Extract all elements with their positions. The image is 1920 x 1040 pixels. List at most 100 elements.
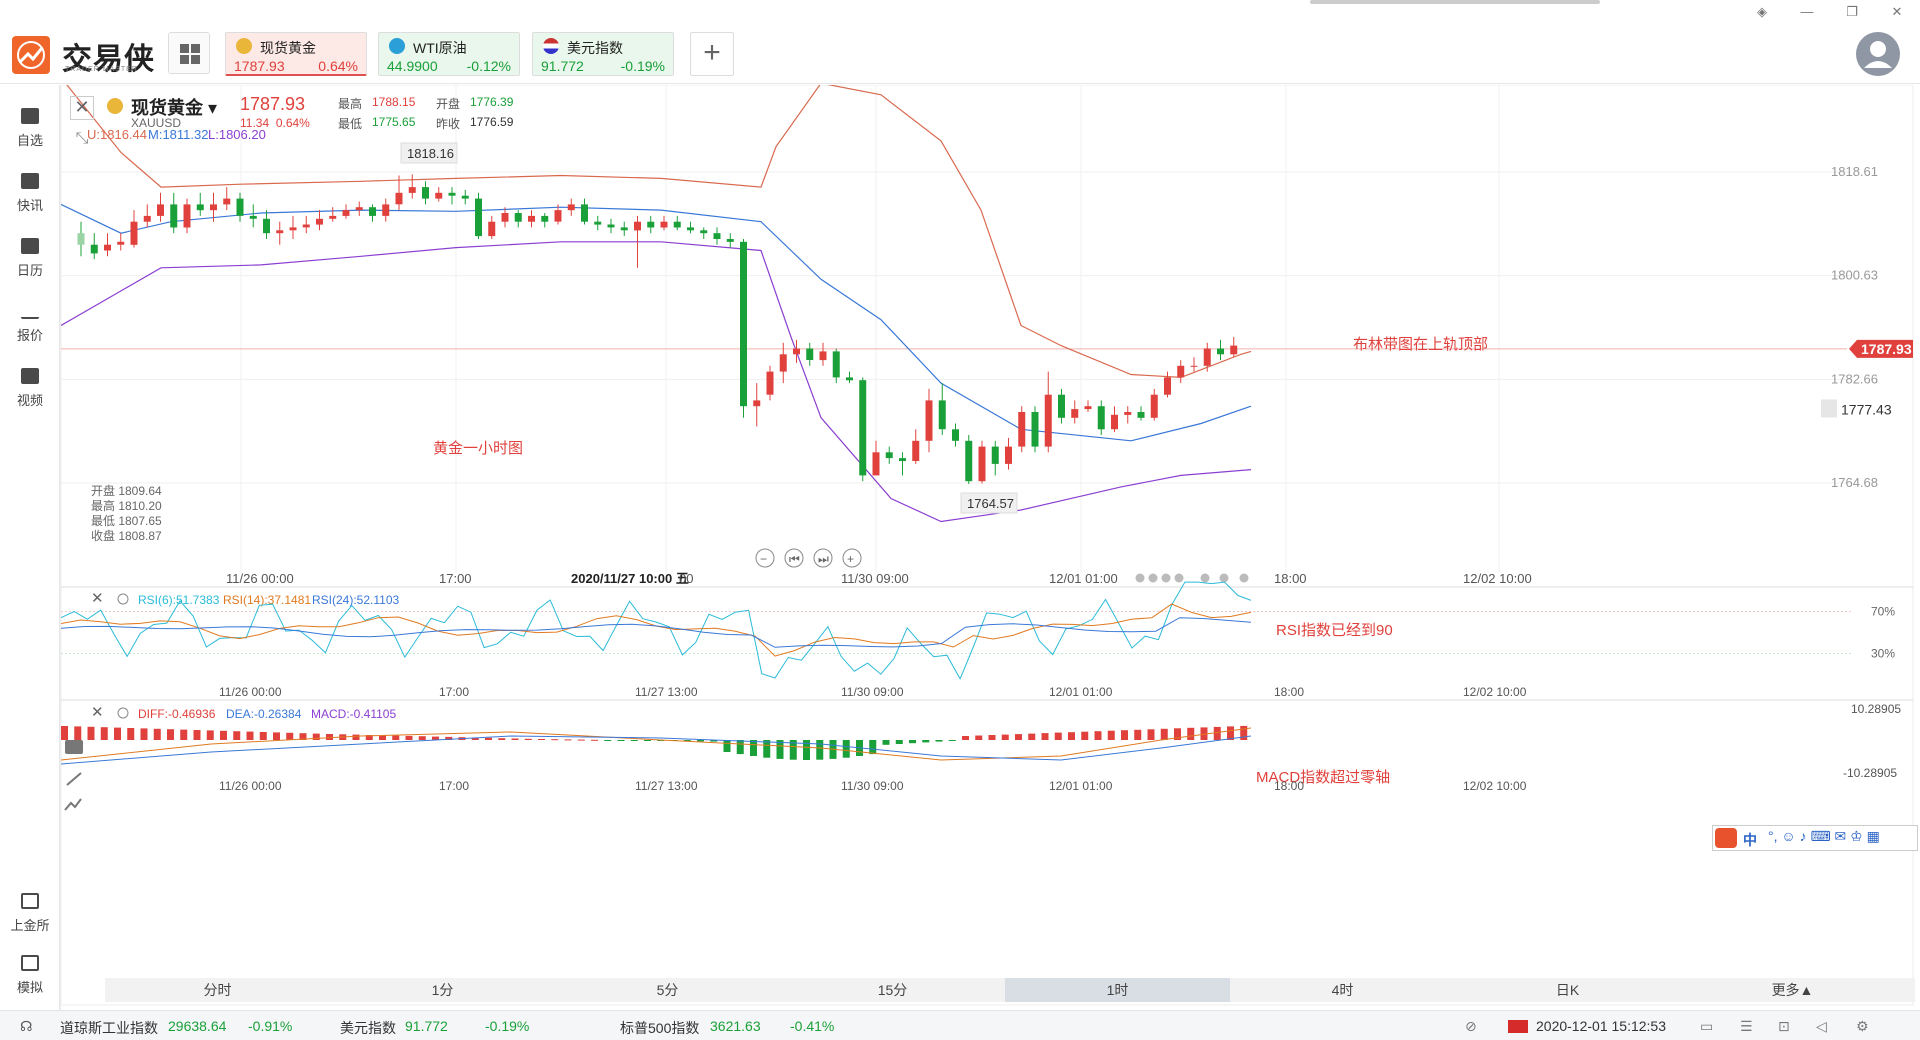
list-icon[interactable]: ☰ xyxy=(1740,1018,1753,1035)
candle-body xyxy=(766,371,774,395)
macd-histogram-bar xyxy=(750,740,757,756)
dow-value: 29638.64 xyxy=(168,1018,227,1034)
time-axis-label: 00 xyxy=(679,571,693,586)
macd-histogram-bar xyxy=(1094,731,1102,740)
annotation-chart-note: 黄金一小时图 xyxy=(433,440,523,457)
mute-icon[interactable]: ◁ xyxy=(1816,1018,1827,1035)
time-axis-label: 18:00 xyxy=(1274,571,1307,586)
period-tab-tick[interactable]: 分时 xyxy=(105,978,330,1002)
sidebar-item-quotes[interactable]: 报价 xyxy=(0,295,60,355)
headset-icon[interactable]: ☊ xyxy=(20,1018,32,1035)
macd-histogram-bar xyxy=(1081,731,1089,740)
candle-body xyxy=(700,230,708,234)
candle-body xyxy=(1058,394,1065,418)
nav-glyph: ⏮ xyxy=(789,552,800,566)
symbol-code: XAUUSD xyxy=(131,116,182,130)
close-icon[interactable]: ✕ xyxy=(1887,4,1907,20)
period-tab-5m[interactable]: 5分 xyxy=(555,978,780,1002)
period-more-button[interactable]: 更多▲ xyxy=(1680,978,1905,1002)
user-avatar[interactable] xyxy=(1856,32,1900,76)
candle-body xyxy=(1005,446,1012,464)
candle-body xyxy=(316,218,323,225)
minimize-icon[interactable]: — xyxy=(1797,4,1817,19)
period-selector: 分时 1分 5分 15分 1时 4时 日K 更多▲ xyxy=(105,978,1915,1002)
sidebar-item-sge[interactable]: 上金所 xyxy=(0,885,60,945)
macd-histogram-bar xyxy=(1015,734,1022,740)
candle-body xyxy=(1230,345,1238,355)
candle-body xyxy=(793,348,800,355)
no-signal-icon[interactable]: ⊘ xyxy=(1465,1018,1477,1035)
macd-histogram-bar xyxy=(153,728,161,740)
sidebar-item-video[interactable]: 视频 xyxy=(0,360,60,420)
nav-glyph: ⏭ xyxy=(818,552,829,566)
macd-histogram-bar xyxy=(736,740,744,755)
macd-histogram-bar xyxy=(644,740,651,741)
settings-gear-icon[interactable]: ⚙ xyxy=(1856,1018,1869,1035)
macd-histogram-bar xyxy=(524,738,532,740)
candle-body xyxy=(514,213,522,222)
chart-panel[interactable]: 1818.61 1800.63 1782.66 1764.68 1787.93 1777.… xyxy=(60,77,1920,1010)
macd-histogram-bar xyxy=(1107,730,1115,740)
candle-body xyxy=(90,244,98,254)
left-sidebar: 自选 快讯 日历 报价 视频 上金所 模拟 xyxy=(0,85,60,1010)
ime-tools-icons[interactable]: °, ☺ ♪ ⌨ ✉ ♔ ▦ xyxy=(1768,828,1880,845)
camera-icon[interactable]: ⊡ xyxy=(1778,1018,1790,1035)
candle-body xyxy=(289,227,297,231)
ime-toolbar[interactable]: 中 °, ☺ ♪ ⌨ ✉ ♔ ▦ xyxy=(1712,825,1918,851)
macd-histogram-bar xyxy=(1001,734,1009,740)
collapse-icon[interactable]: ⤡ xyxy=(70,130,94,154)
play-icon xyxy=(21,368,39,384)
price-axis-label: 1764.68 xyxy=(1831,475,1878,490)
close-chart-button[interactable]: ✕ xyxy=(70,96,94,120)
tab-usd-index[interactable]: 美元指数 91.772 -0.19% xyxy=(532,32,674,76)
skin-icon[interactable]: ◈ xyxy=(1752,4,1772,20)
period-tab-15m[interactable]: 15分 xyxy=(780,978,1005,1002)
sidebar-item-demo[interactable]: 模拟 xyxy=(0,947,60,1007)
period-tab-1h[interactable]: 1时 xyxy=(1005,978,1230,1002)
candle-body xyxy=(912,440,920,461)
price-axis-label: 1800.63 xyxy=(1831,268,1878,283)
sidebar-item-calendar[interactable]: 日历 xyxy=(0,230,60,290)
macd-histogram-bar xyxy=(312,733,320,740)
candle-body xyxy=(355,207,363,211)
period-tab-4h[interactable]: 4时 xyxy=(1230,978,1455,1002)
layout-grid-button[interactable] xyxy=(168,32,210,74)
macd-histogram-bar xyxy=(61,726,68,740)
candle-body xyxy=(77,233,85,245)
us-flag-icon xyxy=(543,38,559,54)
candle-body xyxy=(978,446,986,482)
tab-wti-oil[interactable]: WTI原油 44.9900 -0.12% xyxy=(378,32,520,76)
time-axis-label: 17:00 xyxy=(439,571,472,586)
sidebar-item-watchlist[interactable]: 自选 xyxy=(0,100,60,160)
restore-icon[interactable]: ❐ xyxy=(1842,4,1862,20)
candlestick-chart[interactable]: 1818.61 1800.63 1782.66 1764.68 1787.93 1777.… xyxy=(60,77,1920,1010)
candle-body xyxy=(223,198,231,205)
candle-body xyxy=(991,446,999,464)
annotation-rsi-note: RSI指数已经到90 xyxy=(1276,622,1393,639)
candle-body xyxy=(832,351,840,378)
candle-body xyxy=(236,198,244,216)
candle-body xyxy=(157,204,164,216)
macd-histogram-bar xyxy=(392,735,400,740)
ime-mode[interactable]: 中 xyxy=(1743,830,1757,850)
candle-body xyxy=(276,230,284,234)
low-marker: 1764.57 xyxy=(967,496,1014,511)
usd-change: -0.19% xyxy=(485,1018,530,1034)
candle-body xyxy=(143,215,151,222)
annotation-boll-note: 布林带图在上轨顶部 xyxy=(1353,336,1488,353)
candle-body xyxy=(1150,394,1158,418)
candle-body xyxy=(1217,348,1224,355)
screen-edit-icon[interactable]: ▭ xyxy=(1700,1018,1713,1035)
macd-time-label: 18:00 xyxy=(1274,779,1304,793)
candle-body xyxy=(687,227,694,231)
scroll-dot xyxy=(1135,573,1145,583)
nav-glyph: − xyxy=(760,552,767,566)
macd-histogram-bar xyxy=(326,734,333,740)
candle-body xyxy=(104,244,111,251)
tab-spot-gold[interactable]: 现货黄金 1787.93 0.64% xyxy=(225,32,367,76)
period-tab-1m[interactable]: 1分 xyxy=(330,978,555,1002)
rsi-level-70: 70% xyxy=(1871,605,1895,619)
sidebar-item-flash-news[interactable]: 快讯 xyxy=(0,165,60,225)
period-tab-day[interactable]: 日K xyxy=(1455,978,1680,1002)
add-tab-button[interactable]: + xyxy=(690,32,734,76)
